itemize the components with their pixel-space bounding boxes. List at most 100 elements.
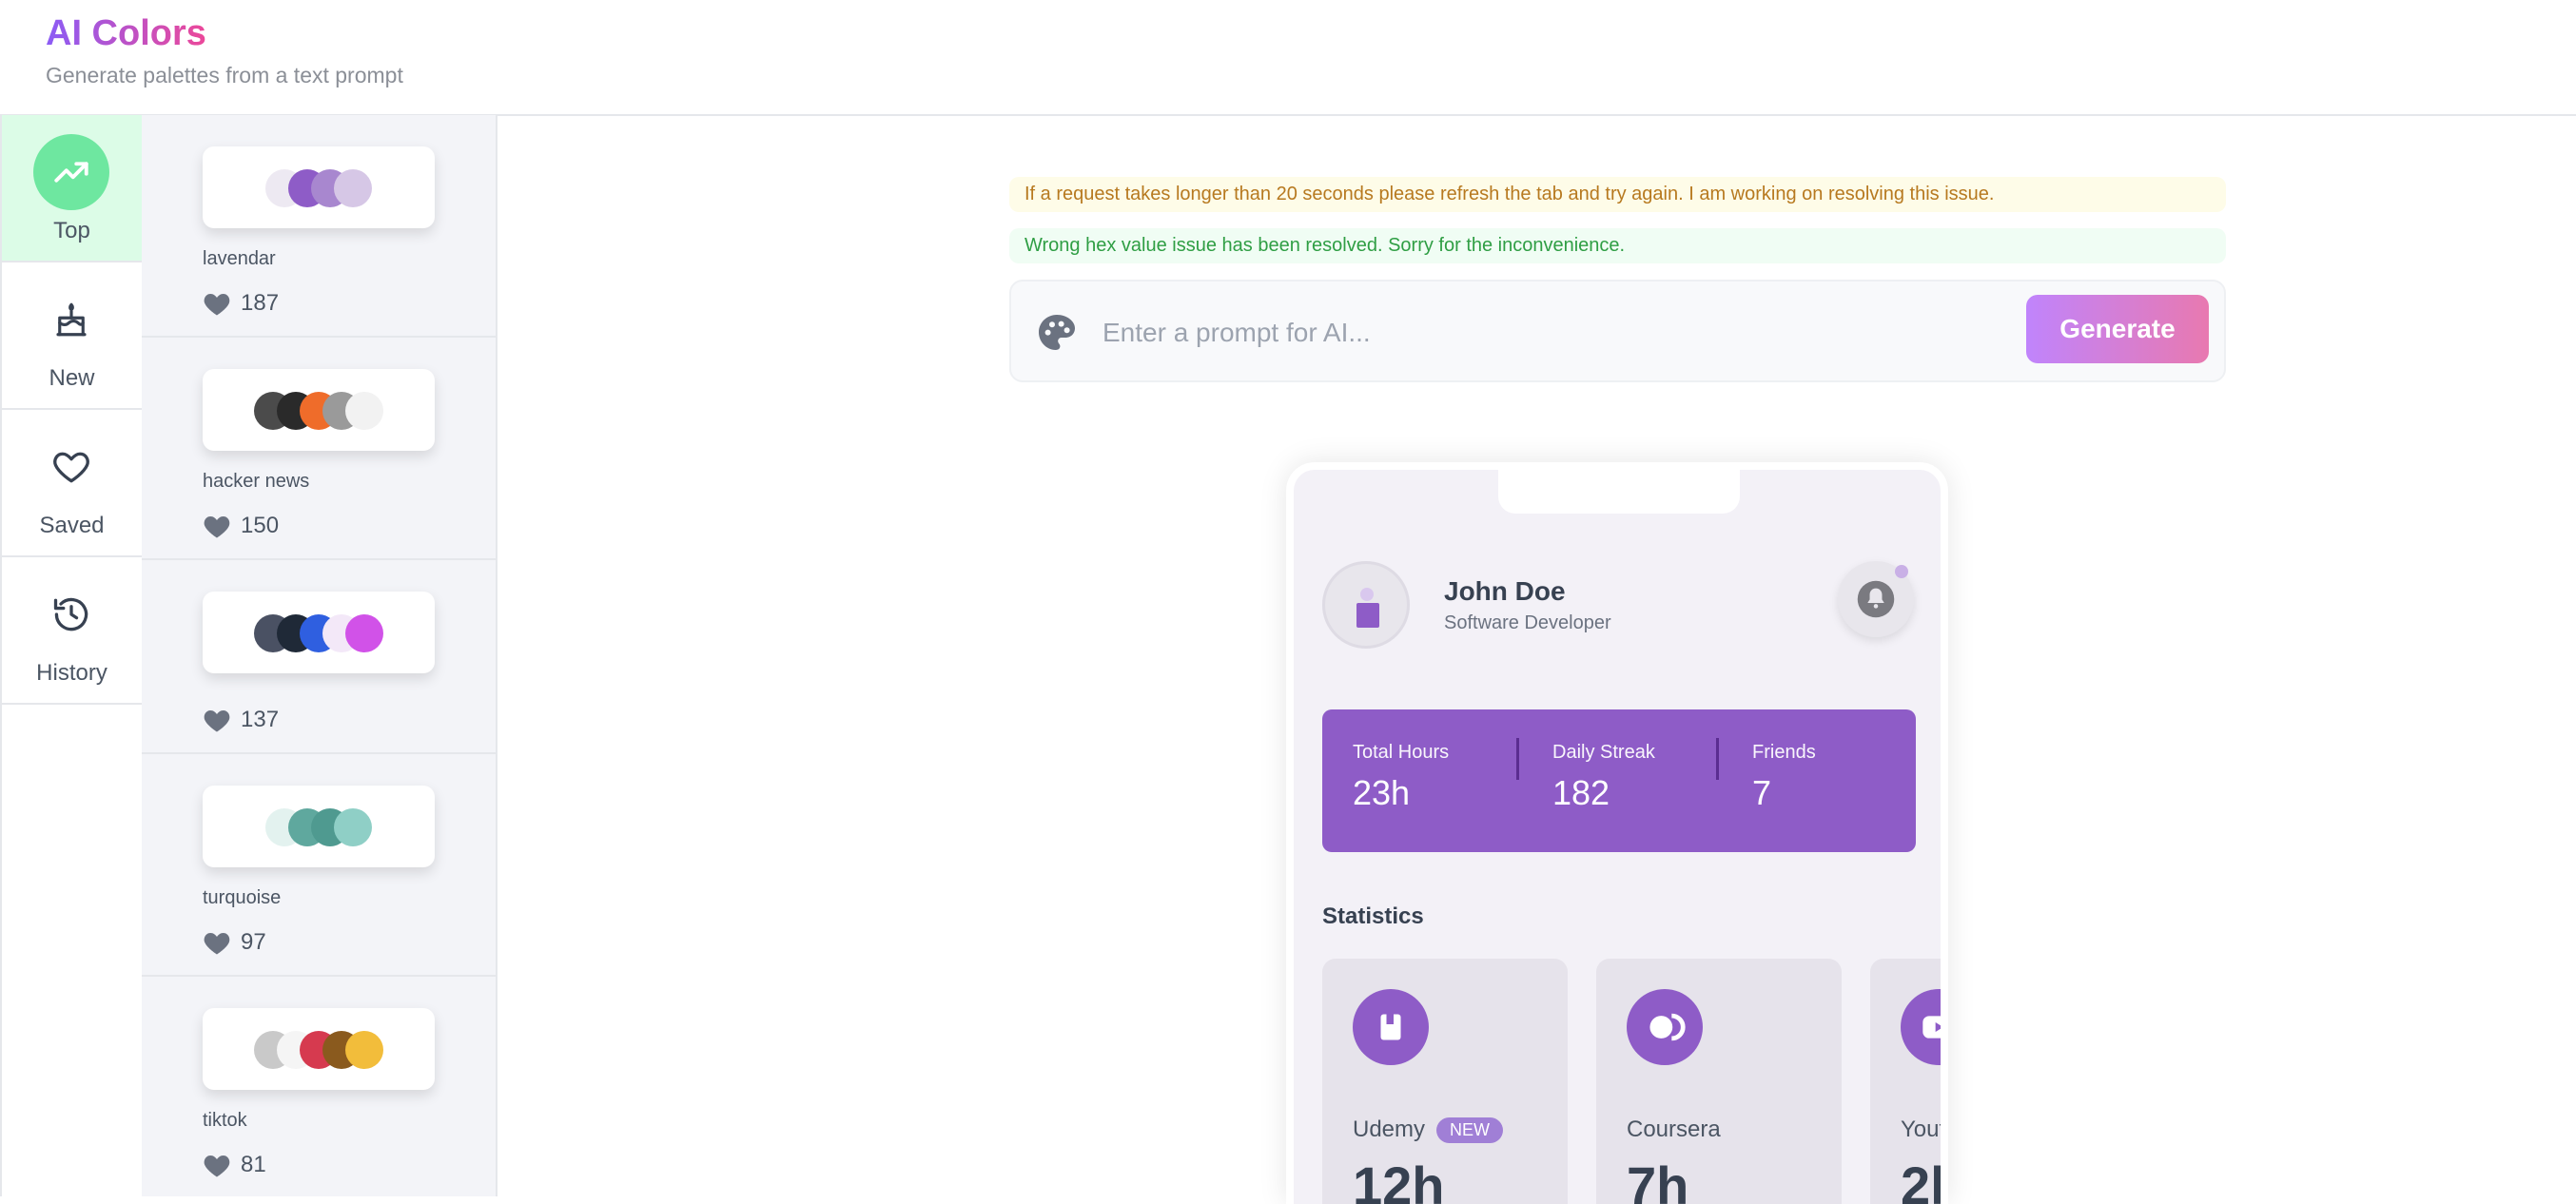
stat-friends: Friends 7	[1752, 742, 1816, 813]
palette-color-dot	[334, 169, 372, 207]
palette-item[interactable]: tiktok 81	[142, 977, 496, 1196]
nav-label-new: New	[49, 365, 95, 391]
stats-bar: Total Hours 23h Daily Streak 182 Friends…	[1322, 709, 1916, 852]
cake-icon	[33, 282, 109, 358]
palette-like-count: 187	[241, 290, 280, 316]
palette-swatch-card[interactable]	[203, 369, 435, 451]
nav-item-top[interactable]: Top	[2, 115, 142, 262]
app-hours: 7h	[1627, 1155, 1689, 1204]
palette-like-count: 81	[241, 1152, 266, 1177]
nav-label-top: Top	[53, 218, 90, 243]
palette-likes[interactable]: 81	[203, 1152, 266, 1178]
heart-icon	[33, 429, 109, 505]
palette-color-dot	[334, 808, 372, 846]
palette-name: tiktok	[203, 1110, 247, 1131]
avatar-body	[1356, 603, 1379, 628]
heart-icon	[204, 1155, 230, 1177]
palette-dots	[203, 614, 435, 652]
palette-name: hacker news	[203, 471, 310, 492]
palette-swatch-card[interactable]	[203, 786, 435, 867]
history-icon	[33, 576, 109, 652]
palette-name: turquoise	[203, 887, 282, 908]
section-title: Statistics	[1322, 903, 1424, 929]
nav-item-new[interactable]: New	[2, 262, 142, 410]
palette-item[interactable]: turquoise 97	[142, 754, 496, 977]
palette-dots	[203, 808, 435, 846]
stat-value: 23h	[1353, 773, 1411, 812]
palette-likes[interactable]: 137	[203, 707, 279, 733]
stat-daily-streak: Daily Streak 182	[1552, 742, 1655, 813]
app-card-coursera[interactable]: Coursera 7h	[1596, 959, 1842, 1204]
palette-item[interactable]: hacker news 150	[142, 338, 496, 560]
sidebar-nav: Top New Saved History	[0, 115, 144, 1196]
app-name-text: Yout	[1901, 1117, 1946, 1142]
app-card-youtube[interactable]: Yout 2h	[1870, 959, 1946, 1204]
user-role: Software Developer	[1444, 612, 1611, 633]
avatar	[1322, 561, 1410, 649]
palette-item[interactable]: 137	[142, 560, 496, 754]
app-name: Udemy NEW	[1353, 1117, 1504, 1143]
palette-dots	[203, 392, 435, 430]
palette-dots	[203, 169, 435, 207]
app-name-text: Coursera	[1627, 1117, 1721, 1142]
palette-swatch-card[interactable]	[203, 1008, 435, 1090]
stat-label: Friends	[1752, 742, 1816, 763]
youtube-icon	[1901, 989, 1941, 1065]
palette-color-dot	[345, 1031, 383, 1069]
palette-icon	[1034, 310, 1080, 360]
palette-likes[interactable]: 97	[203, 929, 266, 956]
avatar-head	[1360, 588, 1374, 601]
success-notice: Wrong hex value issue has been resolved.…	[1009, 228, 2226, 263]
app-title[interactable]: AI Colors	[46, 13, 206, 54]
app-name-text: Udemy	[1353, 1117, 1426, 1142]
coursera-icon	[1627, 989, 1703, 1065]
palette-likes[interactable]: 150	[203, 513, 279, 539]
palette-color-dot	[345, 392, 383, 430]
heart-icon	[204, 933, 230, 955]
stat-value: 182	[1552, 773, 1610, 812]
stat-label: Daily Streak	[1552, 742, 1655, 763]
nav-item-saved[interactable]: Saved	[2, 410, 142, 557]
nav-label-saved: Saved	[39, 513, 105, 538]
user-name: John Doe	[1444, 576, 1566, 606]
app-name: Coursera	[1627, 1117, 1721, 1143]
palette-item[interactable]: lavendar 187	[142, 115, 496, 338]
phone-preview: John Doe Software Developer Total Hours …	[1286, 462, 1948, 1204]
trending-up-icon	[33, 134, 109, 210]
palette-dots	[203, 1031, 435, 1069]
palette-like-count: 150	[241, 513, 280, 538]
app-header: AI Colors Generate palettes from a text …	[0, 0, 2576, 116]
stat-label: Total Hours	[1353, 742, 1450, 763]
phone-notch	[1498, 470, 1740, 514]
palette-name: lavendar	[203, 248, 276, 269]
prompt-input[interactable]	[1101, 308, 2037, 358]
app-name: Yout	[1901, 1117, 1946, 1143]
heart-icon	[204, 294, 230, 316]
stat-divider	[1716, 738, 1719, 780]
book-icon	[1353, 989, 1429, 1065]
stat-value: 7	[1752, 773, 1772, 812]
app-card-udemy[interactable]: Udemy NEW 12h	[1322, 959, 1568, 1204]
app-hours: 2h	[1901, 1155, 1941, 1204]
prompt-bar: Generate	[1009, 280, 2226, 382]
palette-like-count: 97	[241, 929, 266, 955]
palette-swatch-card[interactable]	[203, 592, 435, 673]
nav-label-history: History	[36, 660, 107, 686]
notification-dot	[1895, 565, 1908, 578]
notification-button[interactable]	[1838, 561, 1914, 637]
palette-swatch-card[interactable]	[203, 146, 435, 228]
stat-divider	[1516, 738, 1519, 780]
palette-list: lavendar 187 hacker news 150 137 turquoi…	[142, 115, 498, 1196]
generate-button[interactable]: Generate	[2026, 295, 2209, 363]
warning-notice: If a request takes longer than 20 second…	[1009, 177, 2226, 212]
bell-icon	[1857, 580, 1895, 618]
heart-icon	[204, 516, 230, 538]
palette-color-dot	[345, 614, 383, 652]
new-badge: NEW	[1436, 1117, 1504, 1143]
app-subtitle: Generate palettes from a text prompt	[46, 63, 403, 87]
palette-likes[interactable]: 187	[203, 290, 279, 317]
nav-item-history[interactable]: History	[2, 557, 142, 705]
heart-icon	[204, 710, 230, 732]
app-hours: 12h	[1353, 1155, 1445, 1204]
stat-total-hours: Total Hours 23h	[1353, 742, 1449, 813]
